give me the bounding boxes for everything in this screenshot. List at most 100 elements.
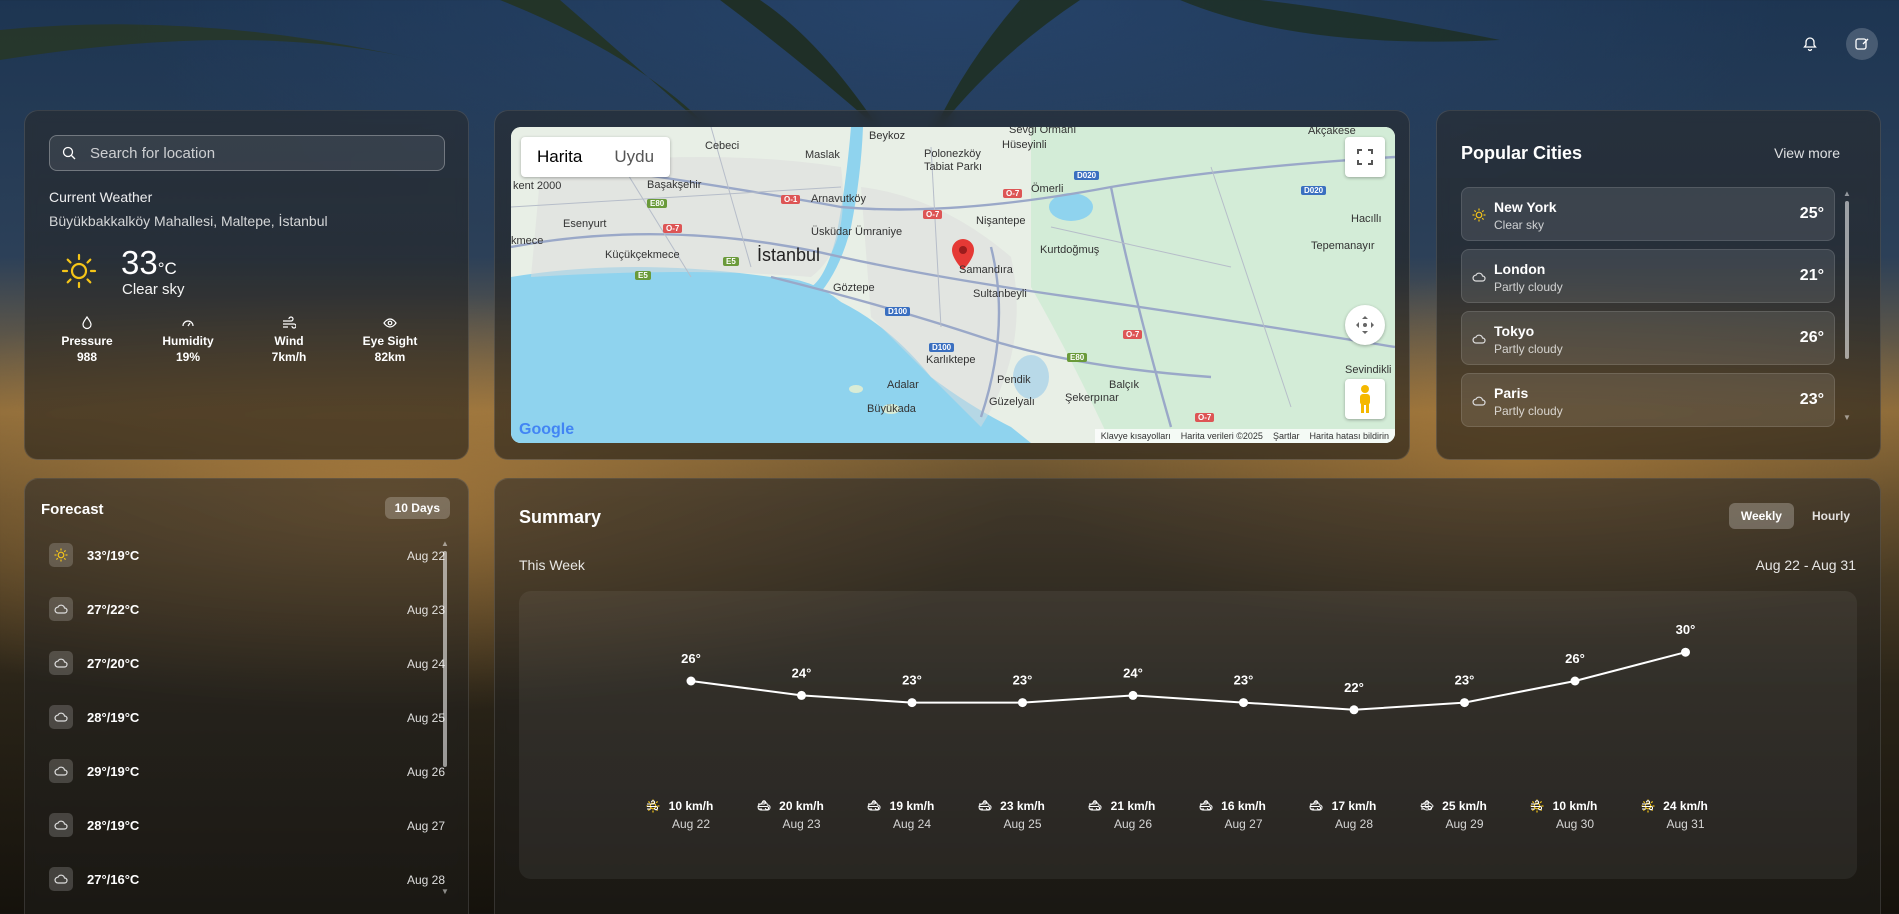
scroll-up-arrow[interactable]: ▲ — [441, 540, 449, 548]
stat-eye-sight: Eye Sight 82km — [340, 316, 440, 364]
wind-speed: 23 km/h — [1000, 799, 1045, 813]
temperature-line — [690, 651, 1686, 711]
forecast-row[interactable]: 27°/16°C Aug 28 — [49, 865, 445, 895]
report-error-link[interactable]: Harita hatası bildirin — [1309, 431, 1389, 441]
street-view-button[interactable] — [1345, 379, 1385, 419]
day-column[interactable]: 10 km/h Aug 30 — [1530, 799, 1620, 831]
hourly-tab[interactable]: Hourly — [1800, 503, 1862, 529]
day-column[interactable]: 16 km/h Aug 27 — [1199, 799, 1289, 831]
scroll-down-arrow[interactable]: ▼ — [1843, 414, 1851, 422]
wind-icon — [1089, 800, 1100, 811]
google-logo: Google — [519, 421, 574, 439]
road-badge: O-7 — [1003, 189, 1023, 198]
temperature-point[interactable] — [686, 676, 696, 686]
forecast-row[interactable]: 29°/19°C Aug 26 — [49, 757, 445, 787]
popular-scrollbar[interactable]: ▲ ▼ — [1843, 190, 1851, 422]
city-card-new-york[interactable]: New York Clear sky 25° — [1461, 187, 1835, 241]
map-tab-uydu[interactable]: Uydu — [598, 137, 670, 177]
map-view[interactable]: Beykoz Sevgi Ormanı Akçakese Cebeci Masl… — [511, 127, 1395, 443]
sun-icon — [61, 253, 97, 289]
map-label: Büyükada — [867, 403, 916, 415]
map-type-tabs: Harita Uydu — [521, 137, 671, 177]
map-label: Hacıllı — [1351, 213, 1382, 225]
google-logo-text: Google — [519, 421, 575, 438]
fullscreen-button[interactable] — [1345, 137, 1385, 177]
search-input[interactable] — [90, 144, 420, 162]
forecast-row[interactable]: 28°/19°C Aug 27 — [49, 811, 445, 841]
forecast-row[interactable]: 28°/19°C Aug 25 — [49, 703, 445, 733]
forecast-scrollbar[interactable]: ▲ ▼ — [441, 540, 449, 896]
road-badge: D020 — [1301, 186, 1327, 195]
day-column[interactable]: 19 km/h Aug 24 — [867, 799, 957, 831]
weekly-tab[interactable]: Weekly — [1728, 503, 1794, 529]
road-badge: O-7 — [923, 210, 943, 219]
day-column[interactable]: 17 km/h Aug 28 — [1309, 799, 1399, 831]
stat-label: Wind — [274, 334, 304, 348]
notification-button[interactable] — [1794, 28, 1826, 60]
wind-speed: 19 km/h — [889, 799, 935, 813]
map-label: Sevindikli — [1345, 364, 1392, 376]
scroll-down-arrow[interactable]: ▼ — [441, 888, 449, 896]
city-card-london[interactable]: London Partly cloudy 21° — [1461, 249, 1835, 303]
wind-icon — [1641, 800, 1653, 811]
profile-button[interactable] — [1846, 28, 1878, 60]
temperature-point[interactable] — [797, 690, 806, 700]
scroll-thumb[interactable] — [1845, 201, 1849, 359]
wind-icon — [283, 316, 296, 329]
city-temp: 26° — [1799, 329, 1824, 346]
map-tab-harita[interactable]: Harita — [521, 137, 598, 177]
city-card-paris[interactable]: Paris Partly cloudy 23° — [1461, 373, 1835, 427]
city-card-tokyo[interactable]: Tokyo Partly cloudy 26° — [1461, 311, 1835, 365]
city-temp: 25° — [1799, 205, 1824, 222]
temperature-point[interactable] — [1239, 698, 1248, 708]
eye-icon — [383, 318, 397, 328]
cloud-icon — [54, 658, 68, 668]
cloud-icon — [1472, 334, 1486, 344]
temperature-label: 23° — [1455, 673, 1475, 688]
terms-link[interactable]: Şartlar — [1273, 431, 1300, 441]
wind-icon — [978, 800, 990, 811]
keyboard-shortcuts-link[interactable]: Klavye kısayolları — [1101, 431, 1171, 441]
temperature-point[interactable] — [1681, 647, 1690, 657]
day-column[interactable]: 23 km/h Aug 25 — [978, 799, 1068, 831]
scroll-thumb[interactable] — [443, 551, 447, 767]
map-label-city: İstanbul — [757, 245, 821, 265]
temperature-label: 23° — [1234, 673, 1254, 688]
day-column[interactable]: 24 km/h Aug 31 — [1641, 799, 1731, 831]
temperature-point[interactable] — [1018, 698, 1027, 708]
map-label: Tepemanayır — [1311, 240, 1375, 252]
search-box[interactable] — [49, 135, 445, 171]
forecast-row[interactable]: 27°/20°C Aug 24 — [49, 649, 445, 679]
map-label: Şekerpınar — [1065, 392, 1119, 404]
forecast-title: Forecast — [41, 501, 104, 518]
wind-speed: 25 km/h — [1442, 799, 1487, 813]
temperature-point[interactable] — [907, 698, 917, 708]
day-date: Aug 29 — [1445, 817, 1484, 831]
temperature-point[interactable] — [1128, 690, 1138, 700]
temperature-point[interactable] — [1349, 705, 1359, 715]
week-label: This Week — [519, 557, 585, 573]
day-column[interactable]: 20 km/h Aug 23 — [757, 799, 847, 831]
temperature-value: 33 — [121, 244, 158, 281]
forecast-date: Aug 25 — [406, 711, 445, 725]
forecast-row[interactable]: 33°/19°C Aug 22 — [49, 541, 445, 571]
map-data-label: Harita verileri ©2025 — [1180, 431, 1263, 441]
day-column[interactable]: 10 km/h Aug 22 — [646, 799, 736, 831]
temperature-unit: °C — [157, 259, 177, 278]
forecast-row[interactable]: 27°/22°C Aug 23 — [49, 595, 445, 625]
camera-control-button[interactable] — [1345, 305, 1385, 345]
temperature-point[interactable] — [1460, 698, 1469, 708]
day-date: Aug 30 — [1555, 817, 1595, 831]
temperature-point[interactable] — [1570, 676, 1580, 686]
temperature-label: 24° — [1123, 665, 1143, 680]
forecast-range-button[interactable]: 10 Days — [384, 497, 450, 519]
day-column[interactable]: 21 km/h Aug 26 — [1088, 799, 1178, 831]
city-condition: Partly cloudy — [1494, 280, 1563, 294]
humidity-icon — [182, 320, 194, 327]
wind-icon — [868, 800, 879, 811]
stat-wind: Wind 7km/h — [239, 316, 339, 364]
view-more-link[interactable]: View more — [1774, 145, 1840, 161]
scroll-up-arrow[interactable]: ▲ — [1843, 190, 1851, 198]
day-column[interactable]: 25 km/h Aug 29 — [1419, 799, 1510, 831]
wind-speed: 10 km/h — [668, 799, 714, 813]
